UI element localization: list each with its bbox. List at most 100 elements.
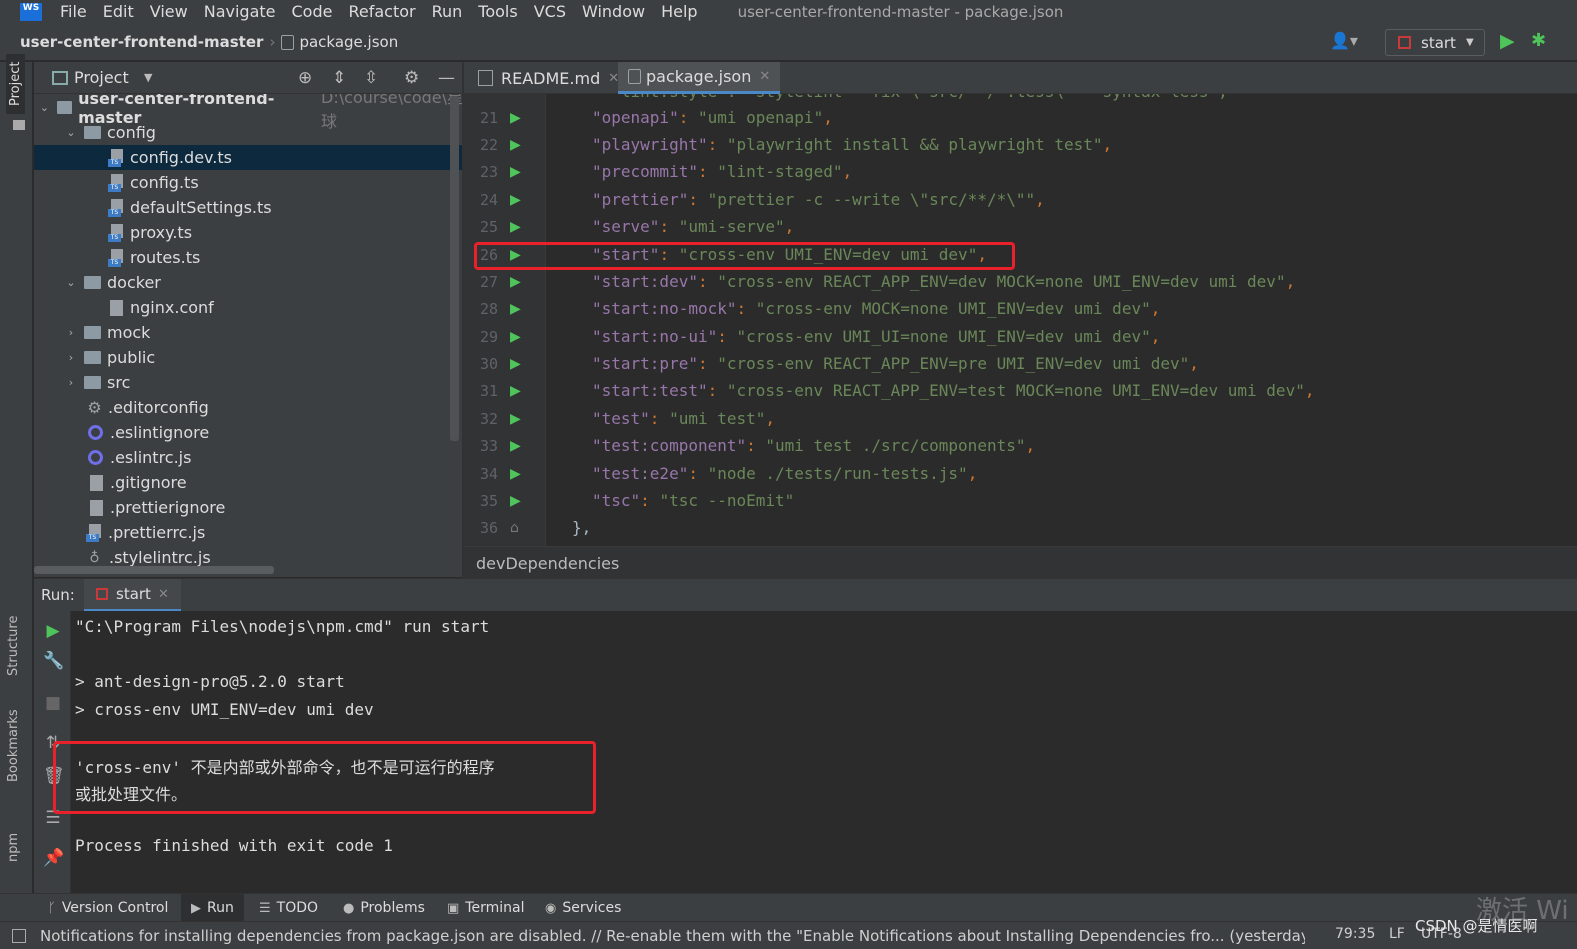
- chevron-right-icon[interactable]: ›: [64, 326, 78, 339]
- console-output[interactable]: "C:\Program Files\nodejs\npm.cmd" run st…: [53, 611, 1577, 893]
- project-panel-title[interactable]: Project: [74, 68, 129, 87]
- tab-readme[interactable]: README.md ✕: [468, 62, 629, 94]
- tool-tab-bookmarks[interactable]: Bookmarks: [6, 709, 21, 782]
- toggle-tool-windows-icon[interactable]: [12, 928, 26, 943]
- app-logo: WS: [20, 3, 42, 21]
- run-script-icon[interactable]: ▶: [510, 383, 524, 399]
- run-script-icon[interactable]: ▶: [510, 493, 524, 509]
- tool-tab-npm[interactable]: npm: [6, 833, 21, 862]
- gear-icon[interactable]: ⚙: [404, 68, 419, 88]
- breadcrumb-project[interactable]: user-center-frontend-master: [20, 33, 263, 51]
- run-script-icon[interactable]: ▶: [510, 466, 524, 482]
- debug-button[interactable]: ✱: [1531, 30, 1546, 51]
- menu-help[interactable]: Help: [661, 4, 697, 20]
- tree-scrollbar-horizontal[interactable]: [34, 566, 274, 574]
- locate-icon[interactable]: ⊕: [298, 68, 312, 88]
- tool-tab-structure[interactable]: Structure: [6, 616, 21, 676]
- close-icon[interactable]: ✕: [158, 587, 169, 602]
- run-script-icon[interactable]: ▶: [510, 164, 524, 180]
- chevron-down-icon[interactable]: ⌄: [64, 126, 78, 139]
- menu-view[interactable]: View: [150, 4, 188, 20]
- tool-todo[interactable]: ☰ TODO: [259, 894, 318, 922]
- code-editor[interactable]: "lint:style": "stylelint --fix \"src/**/…: [464, 94, 1577, 546]
- run-script-icon[interactable]: ▶: [510, 301, 524, 317]
- tree-root[interactable]: ⌄ user-center-frontend-master D:\course\…: [34, 94, 464, 131]
- menu-vcs[interactable]: VCS: [534, 4, 566, 20]
- tree-item-prettierrc-js[interactable]: .prettierrc.js: [34, 520, 464, 545]
- stop-icon[interactable]: ■: [43, 693, 63, 713]
- tree-item-config-ts[interactable]: config.ts: [34, 170, 464, 195]
- tree-item-prettierignore[interactable]: .prettierignore: [34, 495, 464, 520]
- fold-icon[interactable]: ⌂: [510, 520, 524, 536]
- run-button[interactable]: ▶: [1500, 30, 1515, 52]
- tool-terminal[interactable]: ▣ Terminal: [447, 894, 524, 922]
- chevron-right-icon[interactable]: ›: [64, 351, 78, 364]
- json-comma: ,: [765, 409, 776, 428]
- rerun-icon[interactable]: ▶: [43, 621, 63, 641]
- tree-scrollbar-vertical[interactable]: [450, 96, 459, 441]
- menu-navigate[interactable]: Navigate: [204, 4, 276, 20]
- breadcrumb-file[interactable]: package.json: [299, 33, 398, 51]
- run-configuration-select[interactable]: start ▼: [1385, 29, 1485, 56]
- close-icon[interactable]: ✕: [759, 69, 770, 84]
- run-script-icon[interactable]: ▶: [510, 438, 524, 454]
- menu-window[interactable]: Window: [582, 4, 645, 20]
- run-script-icon[interactable]: ▶: [510, 192, 524, 208]
- tree-item-public[interactable]: › public: [34, 345, 464, 370]
- tool-label: Services: [562, 900, 622, 916]
- run-script-icon[interactable]: ▶: [510, 274, 524, 290]
- chevron-down-icon[interactable]: ▼: [144, 71, 152, 84]
- chevron-down-icon[interactable]: ⌄: [64, 276, 78, 289]
- run-script-icon[interactable]: ▶: [510, 219, 524, 235]
- run-tab-start[interactable]: start ✕: [84, 579, 181, 612]
- tab-package-json[interactable]: package.json ✕: [618, 62, 781, 94]
- expand-all-icon[interactable]: ⇕: [332, 68, 346, 88]
- code-line: 24 ▶ "prettier": "prettier -c --write \"…: [464, 186, 1577, 213]
- cursor-position[interactable]: 79:35: [1335, 926, 1375, 942]
- chevron-down-icon[interactable]: ⌄: [38, 101, 51, 114]
- tree-item-routes-ts[interactable]: routes.ts: [34, 245, 464, 270]
- run-script-icon[interactable]: ▶: [510, 110, 524, 126]
- menu-code[interactable]: Code: [292, 4, 333, 20]
- tree-item-nginx-conf[interactable]: nginx.conf: [34, 295, 464, 320]
- chevron-right-icon[interactable]: ›: [64, 376, 78, 389]
- run-script-icon[interactable]: ▶: [510, 329, 524, 345]
- menu-edit[interactable]: Edit: [103, 4, 134, 20]
- tree-item-editorconfig[interactable]: ⚙ .editorconfig: [34, 395, 464, 420]
- user-icon[interactable]: 👤▾: [1330, 31, 1358, 50]
- tree-item-docker[interactable]: ⌄ docker: [34, 270, 464, 295]
- run-script-icon[interactable]: ▶: [510, 356, 524, 372]
- tool-version-control[interactable]: ᚴ Version Control: [48, 894, 168, 922]
- tree-item-eslintignore[interactable]: .eslintignore: [34, 420, 464, 445]
- collapse-all-icon[interactable]: ⇳: [364, 68, 378, 88]
- menu-file[interactable]: File: [60, 4, 87, 20]
- json-key: "start:test": [592, 381, 708, 400]
- tool-problems[interactable]: ● Problems: [343, 894, 425, 922]
- status-message[interactable]: Notifications for installing dependencie…: [40, 927, 1305, 945]
- tree-item-config-dev-ts[interactable]: config.dev.ts: [34, 145, 464, 170]
- tool-tab-project[interactable]: Project: [6, 53, 25, 114]
- tree-item-eslintrc-js[interactable]: .eslintrc.js: [34, 445, 464, 470]
- menu-run[interactable]: Run: [432, 4, 463, 20]
- wrench-icon[interactable]: 🔧: [43, 651, 64, 671]
- tree-item-gitignore[interactable]: .gitignore: [34, 470, 464, 495]
- json-comma: ,: [1304, 381, 1315, 400]
- typescript-file-icon: [108, 248, 125, 267]
- tree-item-config[interactable]: ⌄ config: [34, 120, 464, 145]
- tree-item-src[interactable]: › src: [34, 370, 464, 395]
- tool-services[interactable]: ◉ Services: [545, 894, 621, 922]
- tree-item-label: defaultSettings.ts: [130, 198, 272, 217]
- tree-item-default-settings-ts[interactable]: defaultSettings.ts: [34, 195, 464, 220]
- menu-tools[interactable]: Tools: [478, 4, 517, 20]
- hide-icon[interactable]: —: [438, 68, 455, 88]
- tree-item-mock[interactable]: › mock: [34, 320, 464, 345]
- menu-refactor[interactable]: Refactor: [348, 4, 415, 20]
- line-separator[interactable]: LF: [1389, 926, 1405, 942]
- run-script-icon[interactable]: ▶: [510, 137, 524, 153]
- tree-item-proxy-ts[interactable]: proxy.ts: [34, 220, 464, 245]
- editor-breadcrumb[interactable]: devDependencies: [464, 546, 1577, 578]
- tool-run[interactable]: ▶ Run: [181, 894, 244, 922]
- tool-label: Terminal: [465, 900, 525, 916]
- run-script-icon[interactable]: ▶: [510, 411, 524, 427]
- pin-icon[interactable]: 📌: [43, 848, 64, 868]
